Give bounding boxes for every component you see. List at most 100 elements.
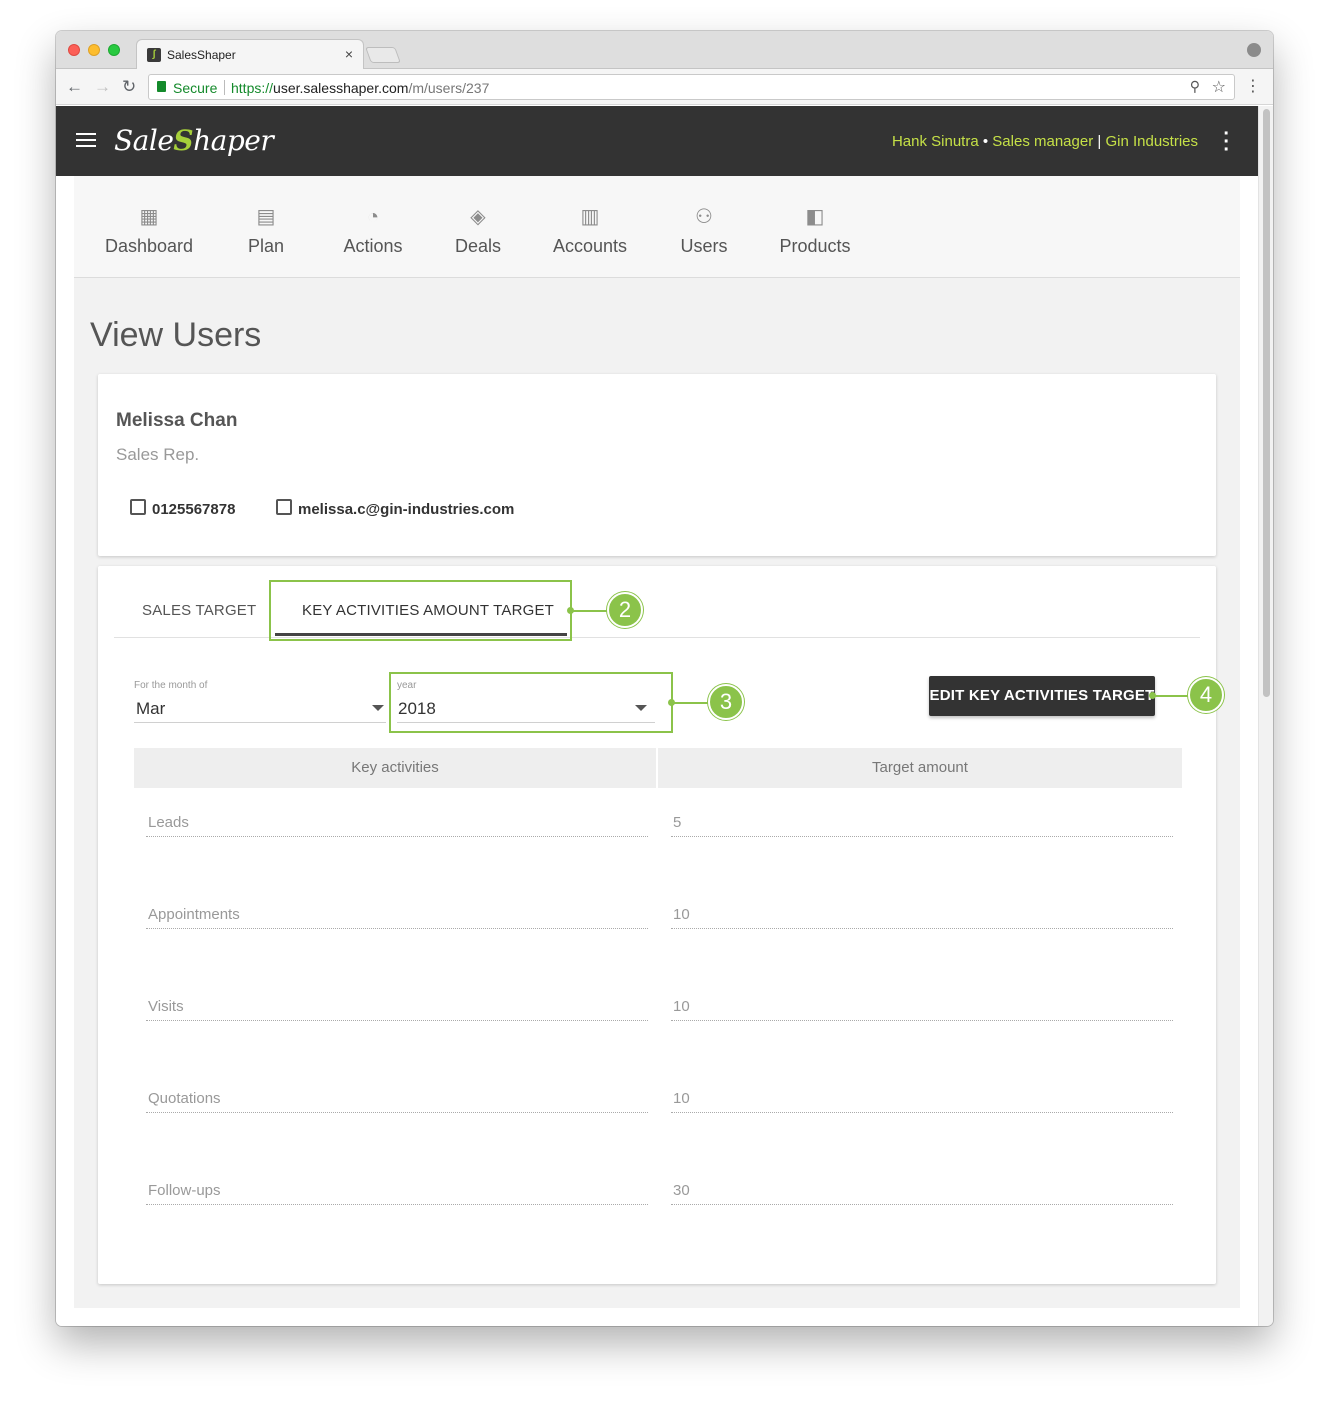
nav-actions[interactable]: ◔ Actions	[338, 206, 408, 257]
email-icon	[276, 499, 292, 515]
callout-3-line	[673, 702, 711, 704]
activity-cell: Quotations	[148, 1090, 221, 1107]
nav-dashboard[interactable]: ▦ Dashboard	[104, 206, 194, 257]
nav-deals[interactable]: ◈ Deals	[452, 206, 504, 257]
info-dot: •	[982, 133, 989, 150]
address-separator	[224, 80, 225, 95]
browser-window: ʃ SalesShaper × ← → ↻ Secure https://use…	[56, 31, 1273, 1326]
tab-sales-target[interactable]: SALES TARGET	[142, 602, 256, 619]
activity-cell: Leads	[148, 814, 189, 831]
activity-underline	[146, 928, 648, 929]
nav-accounts[interactable]: ▥ Accounts	[548, 206, 632, 257]
amount-cell: 30	[673, 1182, 690, 1199]
browser-tabstrip: ʃ SalesShaper ×	[56, 31, 1273, 70]
activity-cell: Visits	[148, 998, 184, 1015]
activity-underline	[146, 1204, 648, 1205]
page-title: View Users	[90, 316, 262, 354]
bookmark-star-icon[interactable]: ☆	[1212, 77, 1226, 97]
forward-arrow-icon[interactable]: →	[94, 77, 111, 97]
current-user-info[interactable]: Hank Sinutra • Sales manager | Gin Indus…	[892, 133, 1198, 150]
dashboard-icon: ▦	[139, 206, 159, 228]
column-header-key-activities: Key activities	[134, 748, 656, 788]
activity-underline	[146, 836, 648, 837]
deals-icon: ◈	[470, 206, 486, 228]
app-more-icon[interactable]: · · ·	[1223, 124, 1230, 160]
amount-underline	[671, 1112, 1173, 1113]
browser-menu-icon[interactable]: ⋮	[1245, 76, 1261, 96]
callout-4-line	[1154, 695, 1192, 697]
edit-key-activities-target-button[interactable]: EDIT KEY ACTIVITIES TARGET	[929, 676, 1155, 716]
url-text[interactable]: https://user.salesshaper.com/m/users/237	[231, 80, 489, 96]
address-bar[interactable]: Secure https://user.salesshaper.com/m/us…	[148, 74, 1235, 100]
nav-products[interactable]: ◧ Products	[776, 206, 854, 257]
user-name: Melissa Chan	[116, 410, 238, 431]
user-email[interactable]: melissa.c@gin-industries.com	[276, 499, 514, 518]
page: ▦ Dashboard ▤ Plan ◔ Actions ◈ Deals ▥ A…	[56, 176, 1258, 1326]
page-scrollbar[interactable]	[1258, 106, 1273, 1326]
browser-tab[interactable]: ʃ SalesShaper ×	[136, 39, 364, 70]
users-icon: ⚇	[695, 206, 713, 228]
app-header: SaleShaper Hank Sinutra • Sales manager …	[56, 106, 1258, 176]
callout-4-badge: 4	[1188, 677, 1224, 713]
accounts-icon: ▥	[580, 206, 600, 228]
user-details-card: Melissa Chan Sales Rep. 0125567878 melis…	[98, 374, 1216, 556]
new-tab-button[interactable]	[365, 47, 401, 63]
amount-underline	[671, 1204, 1173, 1205]
main-content: View Users Melissa Chan Sales Rep. 01255…	[74, 278, 1240, 1308]
amount-underline	[671, 1020, 1173, 1021]
amount-underline	[671, 836, 1173, 837]
activity-cell: Follow-ups	[148, 1182, 221, 1199]
scrollbar-thumb[interactable]	[1263, 109, 1270, 697]
main-nav: ▦ Dashboard ▤ Plan ◔ Actions ◈ Deals ▥ A…	[74, 176, 1240, 278]
url-scheme: https://	[231, 80, 274, 96]
hamburger-menu-icon[interactable]	[76, 133, 96, 147]
callout-2-highlight	[269, 580, 572, 641]
nav-users[interactable]: ⚇ Users	[676, 206, 732, 257]
month-dropdown-icon	[372, 705, 384, 711]
current-company: Gin Industries	[1105, 133, 1198, 150]
amount-cell: 10	[673, 1090, 690, 1107]
current-user-role: Sales manager	[992, 133, 1094, 150]
profile-icon[interactable]	[1247, 43, 1261, 57]
amount-cell: 10	[673, 906, 690, 923]
info-pipe: |	[1097, 133, 1102, 150]
month-label: For the month of	[134, 680, 208, 691]
browser-toolbar: ← → ↻ Secure https://user.salesshaper.co…	[56, 69, 1273, 105]
reload-icon[interactable]: ↻	[122, 77, 136, 97]
zoom-icon[interactable]: ⚲	[1190, 78, 1200, 95]
user-phone[interactable]: 0125567878	[130, 499, 235, 518]
callout-2-badge: 2	[607, 592, 643, 628]
tab-title: SalesShaper	[167, 48, 236, 62]
close-window-button[interactable]	[68, 44, 80, 56]
callout-3-badge: 3	[708, 684, 744, 720]
url-host: user.salesshaper.com	[273, 80, 409, 96]
targets-card: SALES TARGET KEY ACTIVITIES AMOUNT TARGE…	[98, 566, 1224, 1284]
products-icon: ◧	[805, 206, 825, 228]
minimize-window-button[interactable]	[88, 44, 100, 56]
month-underline	[134, 722, 386, 723]
secure-label: Secure	[173, 80, 218, 96]
column-header-target-amount: Target amount	[658, 748, 1182, 788]
phone-icon	[130, 499, 146, 515]
amount-cell: 10	[673, 998, 690, 1015]
activity-underline	[146, 1020, 648, 1021]
callout-3-highlight	[389, 672, 673, 733]
salesshaper-logo[interactable]: SaleShaper	[114, 124, 274, 157]
user-role: Sales Rep.	[116, 445, 200, 464]
tab-close-icon[interactable]: ×	[345, 46, 353, 62]
lock-icon	[157, 81, 166, 92]
back-arrow-icon[interactable]: ←	[66, 77, 83, 97]
nav-plan[interactable]: ▤ Plan	[242, 206, 290, 257]
amount-underline	[671, 928, 1173, 929]
activity-underline	[146, 1112, 648, 1113]
callout-2-line	[572, 610, 610, 612]
current-user-name: Hank Sinutra	[891, 133, 979, 150]
actions-icon: ◔	[366, 206, 380, 228]
favicon-icon: ʃ	[147, 48, 161, 62]
activity-cell: Appointments	[148, 906, 240, 923]
month-value: Mar	[136, 699, 166, 718]
url-path: /m/users/237	[408, 80, 490, 96]
amount-cell: 5	[673, 814, 682, 831]
zoom-window-button[interactable]	[108, 44, 120, 56]
plan-icon: ▤	[256, 206, 276, 228]
